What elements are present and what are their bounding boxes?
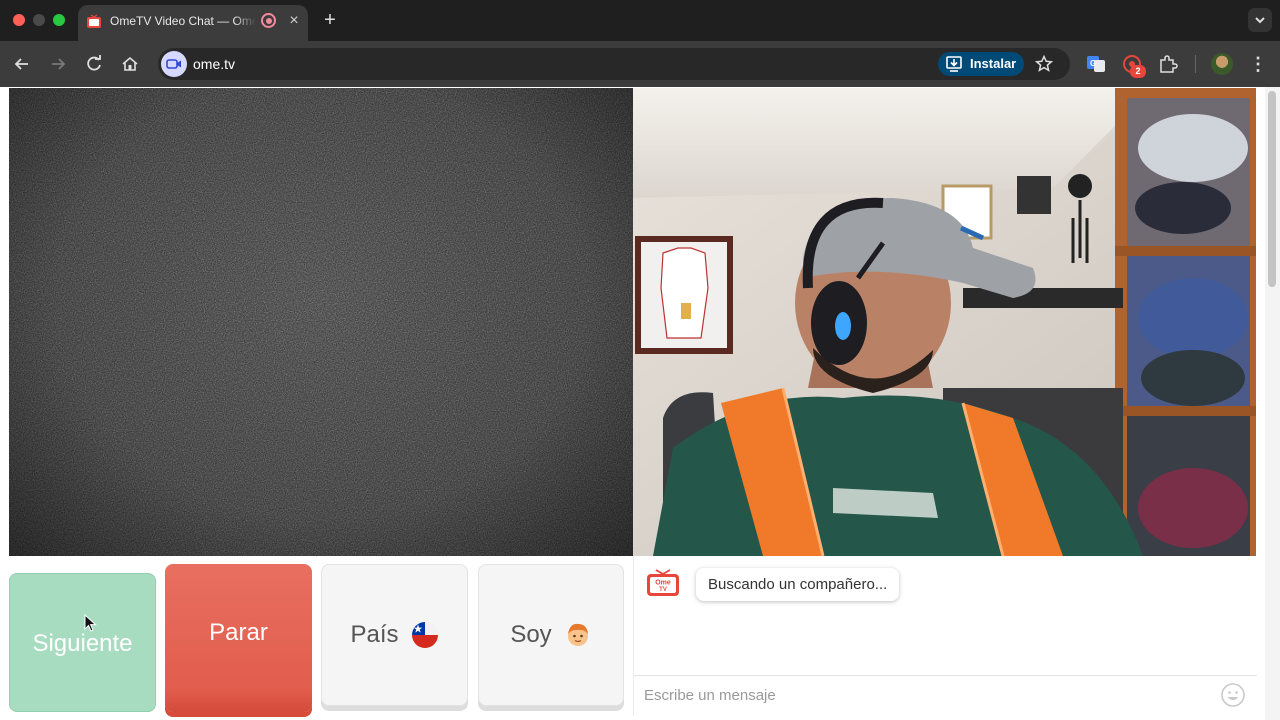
boy-emoji-icon: [567, 623, 588, 646]
ometv-page: Siguiente Parar País Soy Ome TV Buscando…: [0, 87, 1280, 720]
chevron-down-icon: [1255, 17, 1265, 24]
address-bar[interactable]: ome.tv Instalar: [158, 48, 1070, 80]
extensions-puzzle-icon[interactable]: [1157, 53, 1179, 75]
partner-video: [9, 88, 633, 556]
next-button[interactable]: Siguiente: [9, 573, 156, 712]
ometv-favicon-icon: [87, 14, 101, 28]
recording-icon: [261, 13, 276, 28]
extension-badge: 2: [1130, 65, 1146, 78]
gender-filter-button[interactable]: Soy: [478, 564, 624, 706]
webcam-scene: [633, 88, 1256, 556]
next-button-label: Siguiente: [32, 630, 133, 657]
tab-title: OmeTV Video Chat — Omegle: [110, 14, 256, 28]
tab-search-button[interactable]: [1248, 8, 1272, 32]
chat-message-input[interactable]: [644, 682, 1204, 708]
url-text: ome.tv: [193, 56, 236, 72]
back-arrow-icon[interactable]: [11, 53, 33, 75]
gender-button-label: Soy: [510, 621, 552, 648]
install-icon: [946, 56, 962, 72]
home-icon[interactable]: [119, 53, 141, 75]
close-window-button[interactable]: [13, 14, 25, 26]
stop-button[interactable]: Parar: [165, 564, 312, 712]
chat-panel: Ome TV Buscando un compañero...: [633, 556, 1257, 716]
browser-tab-ometv[interactable]: OmeTV Video Chat — Omegle ×: [78, 5, 308, 41]
emoji-picker-icon[interactable]: [1220, 682, 1246, 708]
google-translate-icon[interactable]: G: [1085, 53, 1107, 75]
maximize-window-button[interactable]: [53, 14, 65, 26]
ometv-logo-icon: Ome TV: [647, 569, 679, 596]
mouse-cursor-icon: [84, 614, 97, 632]
stop-button-label: Parar: [209, 619, 268, 646]
svg-text:G: G: [1090, 59, 1096, 68]
self-webcam-video: [633, 88, 1256, 556]
browser-toolbar: ome.tv Instalar G 2 ⋮: [0, 41, 1280, 87]
page-scrollbar[interactable]: [1265, 87, 1280, 720]
minimize-window-button[interactable]: [33, 14, 45, 26]
video-vignette: [9, 88, 633, 556]
chat-status-message: Buscando un compañero...: [696, 568, 900, 601]
country-button-label: País: [350, 621, 399, 648]
browser-tab-bar: OmeTV Video Chat — Omegle × +: [0, 0, 1280, 41]
toolbar-divider: [1195, 55, 1196, 73]
profile-avatar[interactable]: [1211, 53, 1233, 75]
svg-text:TV: TV: [659, 587, 667, 593]
reload-icon[interactable]: [83, 53, 105, 75]
install-label: Instalar: [970, 56, 1017, 71]
browser-menu-icon[interactable]: ⋮: [1248, 53, 1268, 75]
install-app-button[interactable]: Instalar: [938, 52, 1024, 76]
forward-arrow-icon[interactable]: [47, 53, 69, 75]
scrollbar-thumb[interactable]: [1268, 91, 1276, 287]
country-filter-button[interactable]: País: [321, 564, 468, 706]
chat-input-bar: [634, 675, 1257, 713]
close-tab-icon[interactable]: ×: [285, 12, 303, 30]
site-info-icon[interactable]: [161, 51, 187, 77]
new-tab-button[interactable]: +: [319, 9, 341, 31]
bookmark-star-icon[interactable]: [1034, 54, 1054, 74]
video-camera-icon: [166, 59, 181, 69]
svg-text:Ome: Ome: [655, 580, 671, 587]
chile-flag-icon: [411, 622, 438, 648]
